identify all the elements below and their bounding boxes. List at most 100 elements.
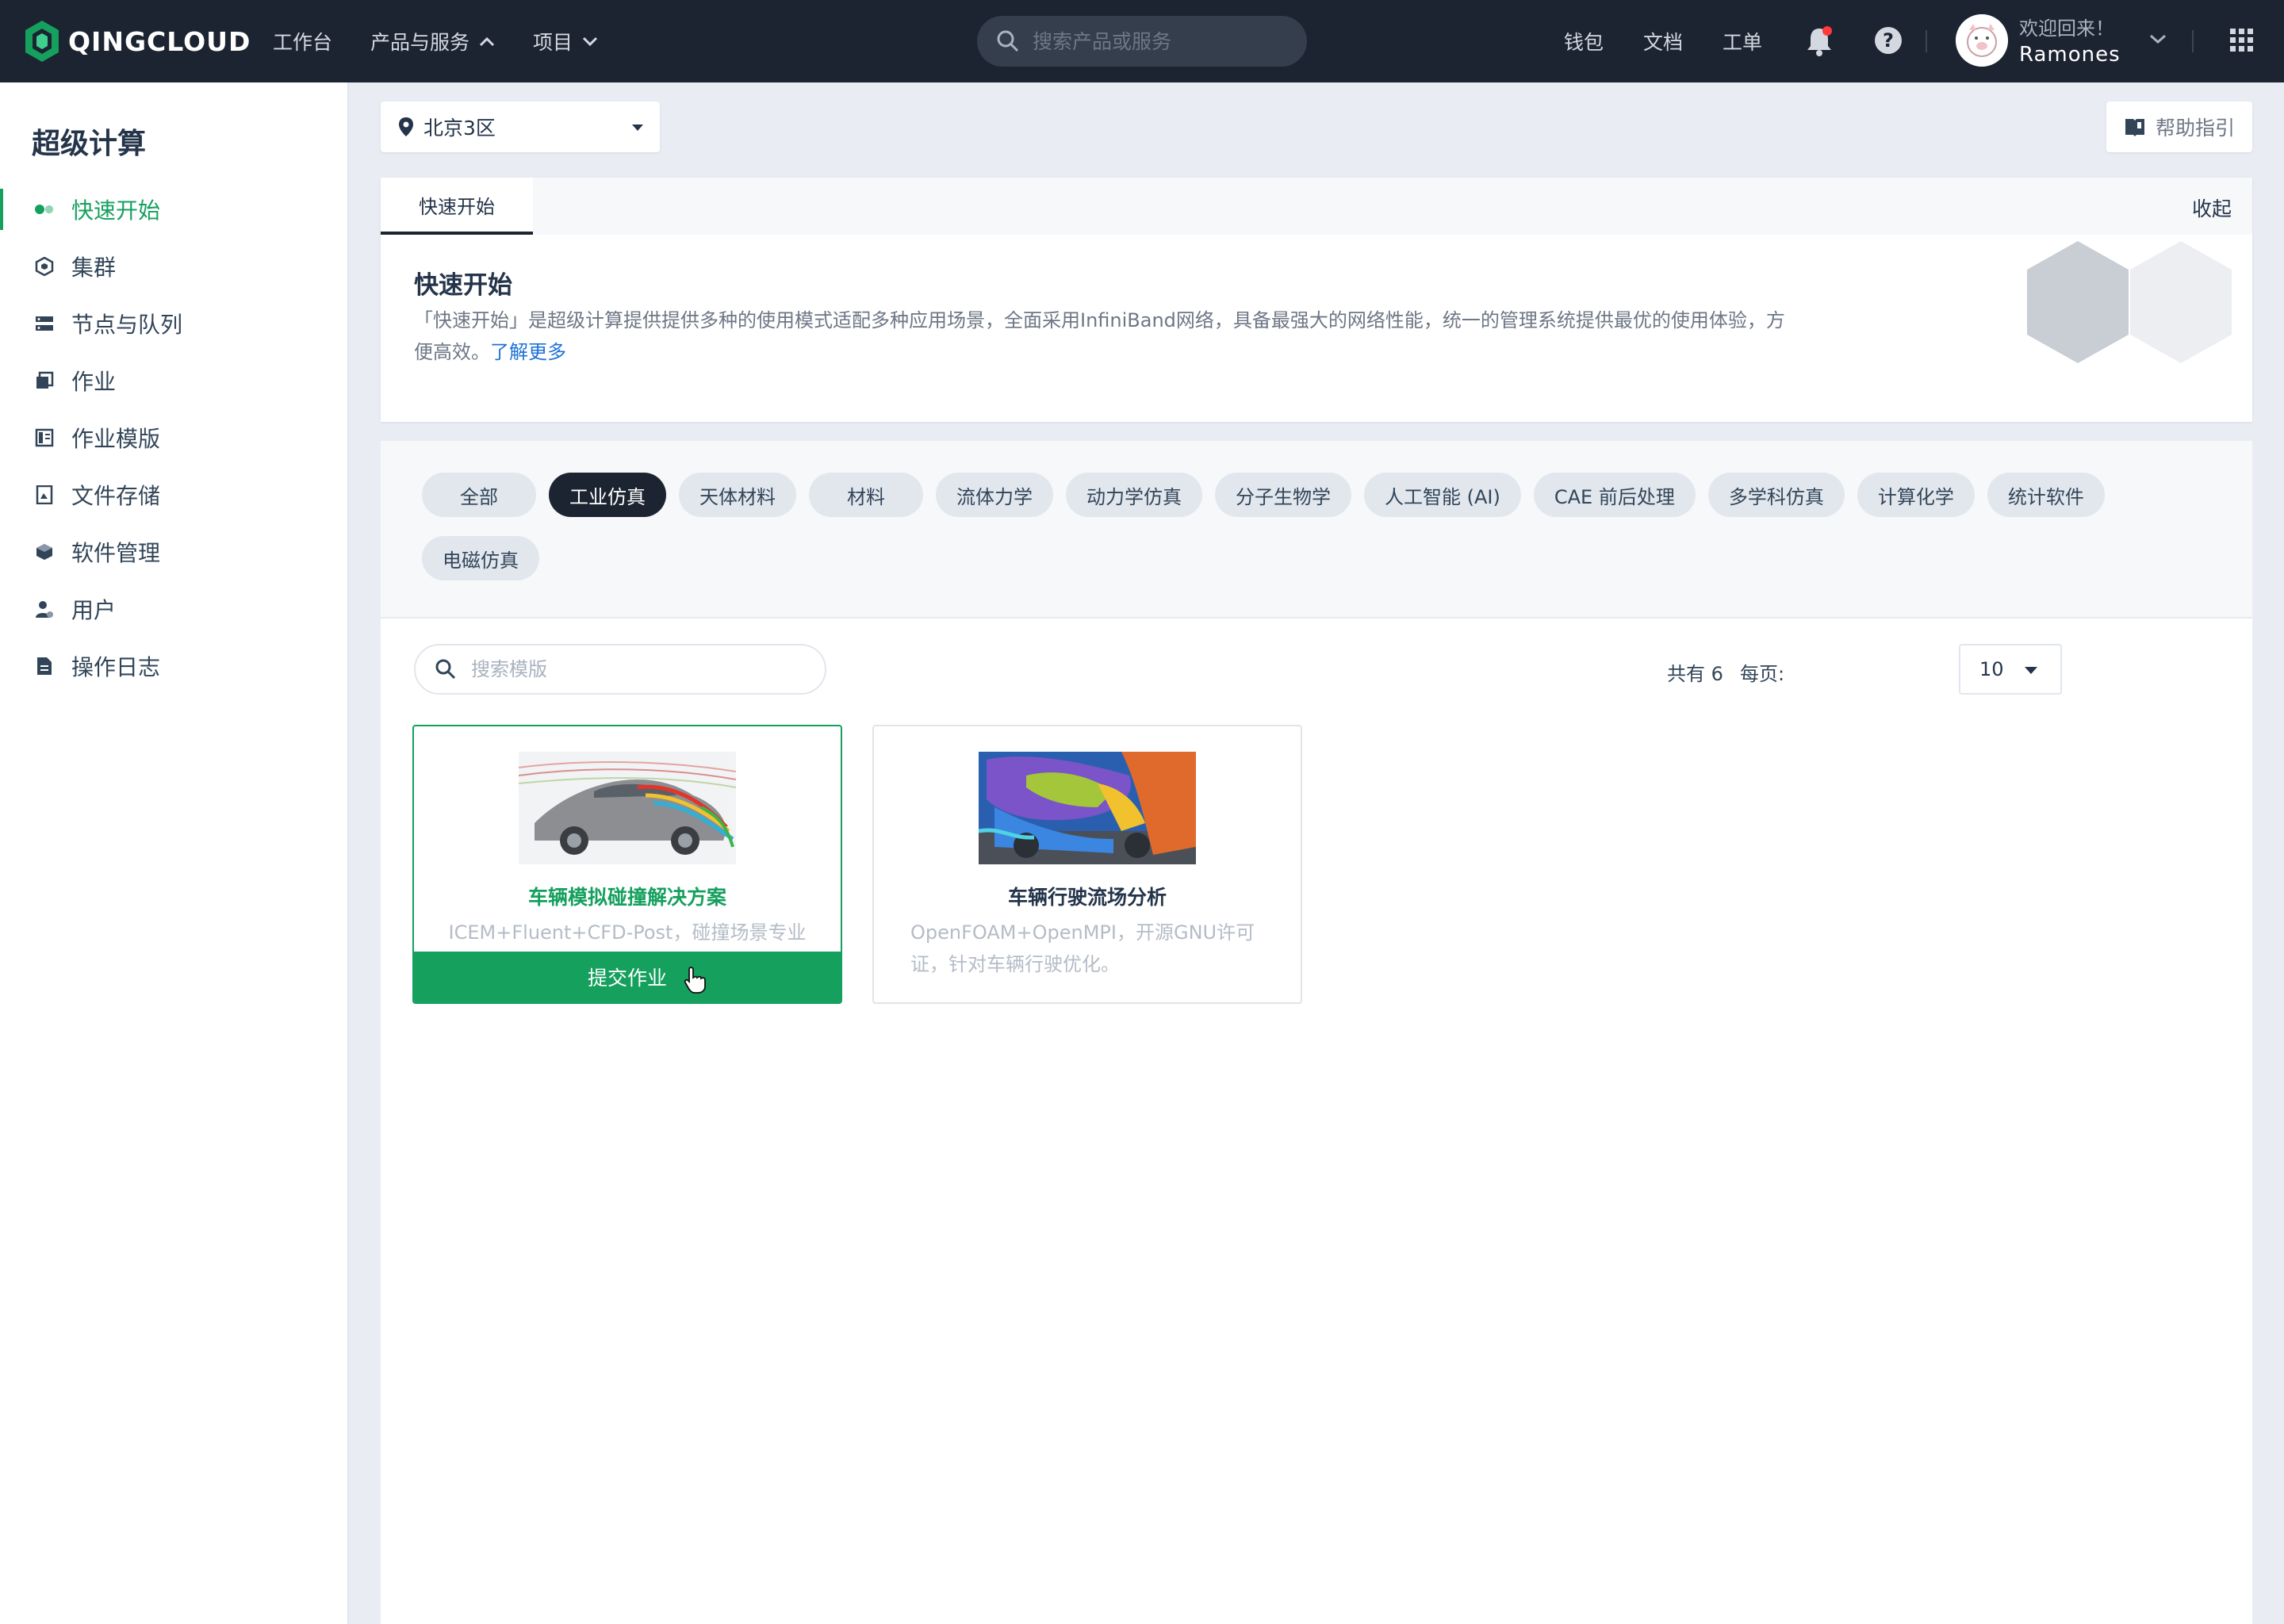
chip-ai[interactable]: 人工智能 (AI): [1364, 473, 1521, 517]
sidebar-item-label: 快速开始: [71, 197, 161, 224]
nav-projects-label: 项目: [533, 31, 573, 54]
chevron-up-icon: [479, 36, 495, 47]
avatar[interactable]: [1956, 14, 2008, 67]
category-filter-panel: 全部 工业仿真 天体材料 材料 流体力学 动力学仿真 分子生物学 人工智能 (A…: [381, 441, 2252, 619]
template-name: 车辆行驶流场分析: [1007, 886, 1167, 909]
chip-electromagnetic-simulation[interactable]: 电磁仿真: [422, 536, 539, 580]
sidebar-item-label: 文件存储: [71, 483, 161, 509]
brand-logo[interactable]: QINGCLOUD: [24, 19, 251, 63]
user-avatar-icon: [1956, 14, 2008, 67]
car-crash-thumbnail: [519, 752, 736, 864]
template-search-input[interactable]: [469, 657, 803, 681]
top-nav: 工作台 产品与服务 项目: [273, 0, 636, 82]
chip-dynamics-simulation[interactable]: 动力学仿真: [1066, 473, 1202, 517]
template-card[interactable]: 车辆模拟碰撞解决方案 ICEM+Fluent+CFD-Post，碰撞场景专业 提…: [412, 725, 842, 1004]
chip-cae-processing[interactable]: CAE 前后处理: [1533, 473, 1696, 517]
file-storage-icon: [35, 485, 54, 504]
vehicle-flow-thumbnail: [979, 752, 1196, 864]
caret-down-icon: [2025, 667, 2037, 674]
sidebar-item-label: 作业: [71, 369, 117, 395]
link-tickets[interactable]: 工单: [1723, 27, 1762, 56]
qingcloud-logo-icon: [25, 21, 59, 62]
template-card[interactable]: 车辆行驶流场分析 OpenFOAM+OpenMPI，开源GNU许可证，针对车辆行…: [872, 725, 1302, 1004]
chip-statistics-software[interactable]: 统计软件: [1987, 473, 2105, 517]
template-name: 车辆模拟碰撞解决方案: [527, 886, 726, 909]
submit-job-button[interactable]: 提交作业: [414, 952, 841, 1002]
sidebar-item-label: 软件管理: [71, 540, 161, 566]
top-links: 钱包 文档 工单: [1564, 0, 1802, 82]
sidebar-item-nodes-queue[interactable]: 节点与队列: [0, 295, 349, 352]
apps-grid-icon[interactable]: [2230, 29, 2254, 52]
sidebar-menu: 快速开始 集群 节点与队列 作业 作业模版 文件存储 软件管理 用户 操作日志: [0, 181, 349, 695]
region-select[interactable]: 北京3区: [381, 102, 660, 152]
link-wallet[interactable]: 钱包: [1564, 27, 1604, 56]
sidebar-item-label: 集群: [71, 255, 117, 281]
top-navbar: QINGCLOUD 工作台 产品与服务 项目 钱包 文档 工单: [0, 0, 2284, 82]
nav-workbench[interactable]: 工作台: [273, 27, 332, 56]
nav-products-services[interactable]: 产品与服务: [370, 27, 495, 56]
sidebar-item-users[interactable]: 用户: [0, 580, 349, 638]
vehicle-flow-image: [979, 752, 1196, 864]
sidebar-item-operation-log[interactable]: 操作日志: [0, 638, 349, 695]
user-menu-chevron-down-icon[interactable]: [2149, 33, 2167, 44]
sidebar-item-software[interactable]: 软件管理: [0, 523, 349, 580]
template-description: OpenFOAM+OpenMPI，开源GNU许可证，针对车辆行驶优化。: [910, 921, 1255, 975]
help-guide-button[interactable]: 帮助指引: [2106, 102, 2252, 152]
chip-fluid-dynamics[interactable]: 流体力学: [936, 473, 1053, 517]
svg-text:?: ?: [1883, 29, 1894, 52]
link-docs[interactable]: 文档: [1643, 27, 1683, 56]
sidebar-item-label: 节点与队列: [71, 312, 183, 338]
template-description: ICEM+Fluent+CFD-Post，碰撞场景专业: [448, 921, 807, 944]
sidebar-title: 超级计算: [32, 128, 147, 160]
chip-astro-materials[interactable]: 天体材料: [679, 473, 796, 517]
car-crash-image: [519, 752, 736, 864]
log-icon: [35, 657, 54, 676]
page-size-select[interactable]: 10: [1959, 644, 2062, 695]
intro-tab-bar: 快速开始 收起: [381, 178, 2252, 235]
chip-computational-chemistry[interactable]: 计算化学: [1857, 473, 1975, 517]
username: Ramones: [2019, 43, 2121, 67]
total-count: 共有 6: [1667, 663, 1723, 685]
sidebar-item-label: 用户: [71, 597, 117, 623]
sidebar: 超级计算 快速开始 集群 节点与队列 作业 作业模版 文件存储 软件管理 用户 …: [0, 82, 349, 1624]
chip-all[interactable]: 全部: [422, 473, 536, 517]
location-pin-icon: [399, 117, 413, 136]
sidebar-item-job-templates[interactable]: 作业模版: [0, 409, 349, 466]
template-search[interactable]: [414, 644, 826, 695]
template-list-panel: 共有 6 每页: 10 车辆模拟碰撞解决方案 I: [381, 619, 2252, 1624]
brand-name: QINGCLOUD: [68, 25, 251, 57]
chip-materials[interactable]: 材料: [809, 473, 923, 517]
welcome-text: 欢迎回来！: [2019, 17, 2114, 40]
tab-quick-start[interactable]: 快速开始: [381, 178, 533, 235]
sidebar-item-quick-start[interactable]: 快速开始: [0, 181, 349, 238]
chevron-down-icon: [582, 36, 598, 47]
chip-molecular-biology[interactable]: 分子生物学: [1215, 473, 1351, 517]
global-search-input[interactable]: [1031, 29, 1285, 54]
sidebar-item-jobs[interactable]: 作业: [0, 352, 349, 409]
intro-description: 「快速开始」是超级计算提供提供多种的使用模式适配多种应用场景，全面采用Infin…: [414, 304, 1794, 368]
caret-down-icon: [632, 124, 643, 131]
intro-title: 快速开始: [414, 271, 512, 300]
job-template-icon: [35, 428, 54, 447]
learn-more-link[interactable]: 了解更多: [490, 341, 566, 363]
collapse-button[interactable]: 收起: [2192, 193, 2232, 222]
bell-icon[interactable]: [1805, 25, 1834, 57]
hand-pointer-cursor-icon: [684, 967, 706, 994]
search-icon: [435, 659, 456, 680]
page-size-value: 10: [1979, 658, 2004, 680]
chip-multidisciplinary[interactable]: 多学科仿真: [1707, 473, 1845, 517]
topbar-divider: [1926, 30, 1927, 52]
global-search[interactable]: [977, 16, 1307, 67]
per-page-label: 每页:: [1740, 663, 1785, 685]
nav-projects[interactable]: 项目: [533, 27, 598, 56]
help-guide-label: 帮助指引: [2155, 117, 2235, 140]
region-value: 北京3区: [423, 117, 496, 140]
topbar-divider-2: [2192, 30, 2194, 52]
help-circle-icon[interactable]: ?: [1873, 25, 1903, 56]
sidebar-item-cluster[interactable]: 集群: [0, 238, 349, 295]
sidebar-item-file-storage[interactable]: 文件存储: [0, 466, 349, 523]
book-icon: [2125, 119, 2144, 136]
chip-industrial-simulation[interactable]: 工业仿真: [549, 473, 666, 517]
cluster-icon: [35, 257, 54, 276]
hexagon-illustration-icon: [2027, 241, 2232, 363]
